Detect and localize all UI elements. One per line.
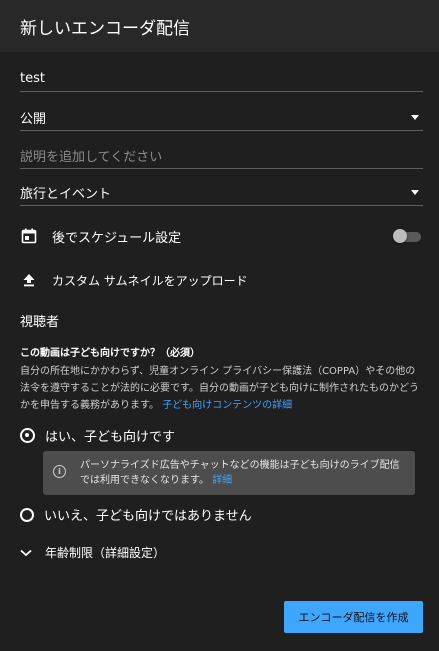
dialog-header: 新しいエンコーダ配信	[0, 0, 439, 52]
calendar-icon	[20, 227, 38, 245]
radio-button-checked[interactable]	[20, 428, 35, 443]
chevron-down-icon	[20, 549, 36, 557]
age-restriction-toggle[interactable]: 年齢制限（詳細設定）	[20, 544, 165, 561]
toggle-thumb	[393, 229, 407, 243]
encoder-stream-dialog: 新しいエンコーダ配信 test 公開 説明を追加してください 旅行とイベント 後…	[0, 0, 439, 651]
info-text: パーソナライズド広告やチャットなどの機能は子ども向けのライブ配信では利用できなく…	[80, 460, 400, 486]
thumbnail-upload-row[interactable]: カスタム サムネイルをアップロード	[20, 270, 423, 290]
title-field-value: test	[20, 71, 45, 86]
description-field-placeholder: 説明を追加してください	[20, 150, 163, 165]
description-field[interactable]: 説明を追加してください	[20, 143, 423, 169]
create-encoder-stream-button[interactable]: エンコーダ配信を作成	[284, 601, 423, 633]
visibility-select[interactable]: 公開	[20, 105, 423, 131]
category-select-value: 旅行とイベント	[20, 187, 112, 202]
schedule-row: 後でスケジュール設定	[20, 226, 423, 246]
info-details-link[interactable]: 詳細	[212, 475, 232, 486]
visibility-select-value: 公開	[20, 112, 47, 127]
radio-yes-label: はい、子ども向けです	[45, 430, 176, 445]
title-field[interactable]: test	[20, 66, 423, 92]
dropdown-arrow-icon	[411, 190, 419, 195]
dialog-title: 新しいエンコーダ配信	[20, 18, 190, 39]
radio-made-for-kids[interactable]: はい、子ども向けです	[20, 426, 175, 445]
info-box: i パーソナライズド広告やチャットなどの機能は子ども向けのライブ配信では利用でき…	[43, 451, 415, 495]
radio-no-label: いいえ、子ども向けではありません	[44, 509, 252, 524]
audience-description: 自分の所在地にかかわらず、児童オンライン プライバシー保護法（COPPA）やその…	[20, 363, 425, 414]
radio-button-unchecked[interactable]	[20, 507, 34, 522]
audience-section-title: 視聴者	[20, 315, 60, 330]
audience-question: この動画は子ども向けですか？（必須）	[20, 348, 200, 359]
category-select[interactable]: 旅行とイベント	[20, 180, 423, 206]
schedule-toggle[interactable]	[393, 229, 423, 243]
dropdown-arrow-icon	[411, 115, 419, 120]
schedule-label: 後でスケジュール設定	[52, 230, 182, 246]
upload-icon	[20, 271, 38, 289]
thumbnail-upload-label: カスタム サムネイルをアップロード	[52, 273, 248, 288]
kids-content-link[interactable]: 子ども向けコンテンツの詳細	[162, 400, 292, 411]
radio-not-made-for-kids[interactable]: いいえ、子ども向けではありません	[20, 505, 252, 524]
info-icon: i	[53, 465, 66, 478]
info-box-text: パーソナライズド広告やチャットなどの機能は子ども向けのライブ配信では利用できなく…	[80, 458, 405, 488]
age-restriction-label: 年齢制限（詳細設定）	[45, 546, 166, 560]
